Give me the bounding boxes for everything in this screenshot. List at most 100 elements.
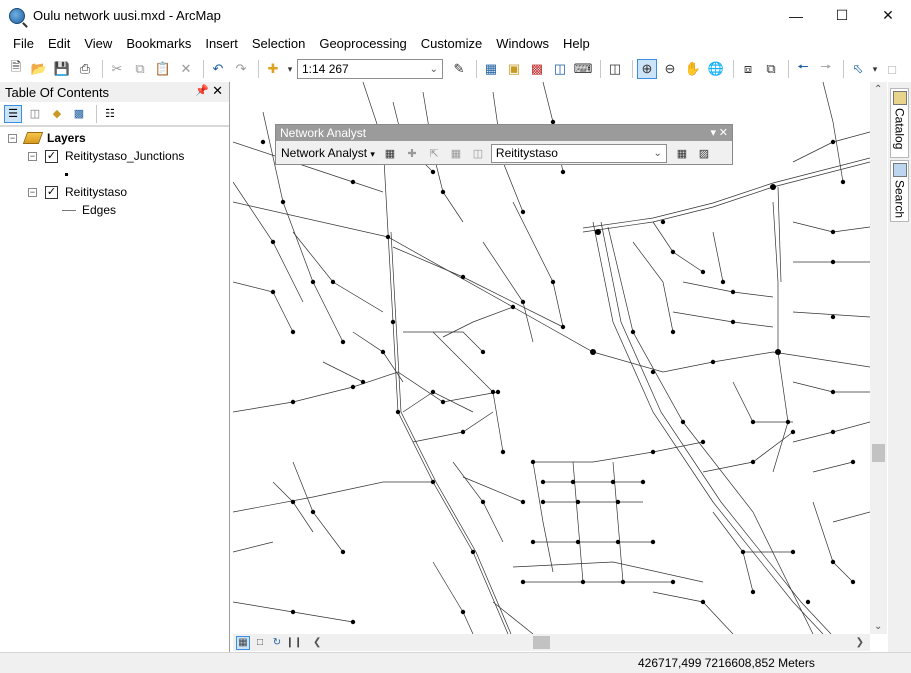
layout-view-icon[interactable]: □ — [253, 636, 267, 650]
python-icon[interactable]: ⌨ — [573, 59, 593, 79]
toc-tree: − Layers − ✓ Reititystaso_Junctions − ✓ … — [0, 126, 229, 626]
full-extent-icon[interactable]: 🌐 — [706, 59, 726, 79]
build-network-dataset-icon[interactable]: ▨ — [695, 144, 713, 162]
map-horizontal-scrollbar[interactable]: ▦ □ ↻ ❙❙ ❮ ❯ — [233, 634, 870, 651]
menu-view[interactable]: View — [77, 34, 119, 54]
copy-icon[interactable]: ⧉ — [130, 59, 150, 79]
add-data-icon[interactable]: ✚ — [263, 59, 283, 79]
chevron-down-icon: ⌄ — [653, 147, 662, 159]
fixed-zoom-out-icon[interactable]: ⧉ — [761, 59, 781, 79]
legend-label: Edges — [82, 203, 117, 217]
minimize-button[interactable]: — — [773, 0, 819, 31]
model-icon[interactable]: ◫ — [605, 59, 625, 79]
list-by-selection-icon[interactable]: ▩ — [70, 105, 88, 123]
network-analyst-menu[interactable]: Network Analyst ▾ — [281, 146, 375, 160]
scroll-left-icon[interactable]: ❮ — [313, 637, 321, 648]
toc-layer-junctions[interactable]: − ✓ Reititystaso_Junctions — [28, 149, 184, 163]
menu-insert[interactable]: Insert — [198, 34, 245, 54]
collapse-icon[interactable]: − — [8, 133, 17, 143]
data-view-icon[interactable]: ▦ — [236, 635, 250, 650]
maximize-button[interactable]: ☐ — [819, 0, 865, 31]
map-coordinates: 426717,499 7216608,852 Meters — [638, 656, 815, 670]
select-move-location-icon[interactable]: ⇱ — [425, 144, 443, 162]
menu-selection[interactable]: Selection — [245, 34, 312, 54]
menu-edit[interactable]: Edit — [41, 34, 77, 54]
back-icon[interactable]: 🠔 — [793, 59, 813, 79]
zoom-out-icon[interactable]: ⊖ — [660, 59, 680, 79]
map-vertical-scrollbar[interactable]: ⌃ ⌄ — [870, 82, 887, 634]
search-window-icon[interactable]: ◫ — [550, 59, 570, 79]
standard-toolbar: 🗎 📂 💾 ⎙ ✂ ⧉ 📋 ✕ ↶ ↷ ✚ ▾ 1:14 267 ⌄ ✎ ▦ ▣… — [0, 57, 911, 81]
undo-icon[interactable]: ↶ — [208, 59, 228, 79]
table-of-contents-panel: Table Of Contents 📌 ✕ ☰ ◫ ◆ ▩ ☷ − Layers… — [0, 82, 230, 652]
list-by-drawing-order-icon[interactable]: ☰ — [4, 104, 22, 123]
layer-visibility-checkbox[interactable]: ✓ — [45, 149, 58, 163]
network-dataset-combobox[interactable]: Reititystaso ⌄ — [490, 143, 667, 163]
horizontal-scroll-thumb[interactable] — [533, 636, 550, 649]
menu-file[interactable]: File — [6, 34, 41, 54]
select-dropdown-icon[interactable]: ▾ — [871, 59, 879, 79]
network-dataset-value: Reititystaso — [495, 146, 558, 160]
editor-icon[interactable]: ✎ — [449, 59, 469, 79]
catalog-icon[interactable]: ▣ — [504, 59, 524, 79]
menu-geoprocessing[interactable]: Geoprocessing — [312, 34, 413, 54]
print-icon[interactable]: ⎙ — [75, 59, 95, 79]
search-tab[interactable]: Search — [890, 160, 909, 222]
collapse-icon[interactable]: − — [28, 151, 37, 161]
close-icon[interactable]: ✕ — [212, 83, 223, 99]
scroll-down-icon[interactable]: ⌄ — [874, 621, 882, 632]
na-menu-label: Network Analyst — [281, 146, 368, 160]
build-network-icon[interactable]: ▦ — [447, 144, 465, 162]
layer-visibility-checkbox[interactable]: ✓ — [45, 185, 58, 199]
list-by-source-icon[interactable]: ◫ — [26, 105, 44, 123]
zoom-in-icon[interactable]: ⊕ — [637, 59, 657, 79]
menu-help[interactable]: Help — [556, 34, 597, 54]
open-icon[interactable]: 📂 — [29, 59, 49, 79]
layers-root[interactable]: − Layers — [8, 131, 86, 145]
arctoolbox-icon[interactable]: ▩ — [527, 59, 547, 79]
layers-root-label: Layers — [47, 131, 86, 145]
na-title-bar[interactable]: Network Analyst ▾ ✕ — [276, 125, 732, 141]
options-icon[interactable]: ☷ — [101, 105, 119, 123]
menu-customize[interactable]: Customize — [414, 34, 489, 54]
pin-icon[interactable]: 📌 — [195, 84, 209, 97]
right-dock-panel: Catalog Search — [888, 82, 911, 652]
vertical-scroll-thumb[interactable] — [872, 444, 885, 462]
redo-icon[interactable]: ↷ — [231, 59, 251, 79]
close-button[interactable]: ✕ — [865, 0, 911, 31]
scroll-right-icon[interactable]: ❯ — [856, 637, 864, 648]
forward-icon[interactable]: 🠖 — [816, 59, 836, 79]
network-identify-icon[interactable]: ▦ — [673, 144, 691, 162]
cut-icon[interactable]: ✂ — [107, 59, 127, 79]
delete-icon[interactable]: ✕ — [176, 59, 196, 79]
refresh-icon[interactable]: ↻ — [270, 636, 284, 650]
list-by-visibility-icon[interactable]: ◆ — [48, 105, 66, 123]
solve-icon[interactable]: ◫ — [469, 144, 487, 162]
map-scale-combobox[interactable]: 1:14 267 ⌄ — [297, 59, 443, 79]
collapse-icon[interactable]: − — [28, 187, 37, 197]
close-icon[interactable]: ✕ — [719, 125, 728, 141]
chevron-down-icon[interactable]: ▾ — [710, 125, 716, 141]
create-network-location-icon[interactable]: ✚ — [403, 144, 421, 162]
clear-selection-icon[interactable]: □ — [882, 59, 902, 79]
add-data-dropdown-icon[interactable]: ▾ — [286, 59, 294, 79]
network-analyst-toolbar[interactable]: Network Analyst ▾ ✕ Network Analyst ▾ ▦ … — [275, 124, 733, 165]
map-scale-value: 1:14 267 — [302, 62, 349, 76]
table-icon[interactable]: ▦ — [481, 59, 501, 79]
select-icon[interactable]: ⬁ — [848, 59, 868, 79]
toc-layer-reititystaso[interactable]: − ✓ Reititystaso — [28, 185, 127, 199]
pan-icon[interactable]: ✋ — [683, 59, 703, 79]
paste-icon[interactable]: 📋 — [153, 59, 173, 79]
point-symbol — [65, 172, 68, 176]
menu-bookmarks[interactable]: Bookmarks — [119, 34, 198, 54]
na-window-icon[interactable]: ▦ — [381, 144, 399, 162]
pause-drawing-icon[interactable]: ❙❙ — [286, 636, 303, 650]
new-icon[interactable]: 🗎 — [6, 59, 26, 79]
chevron-down-icon: ▾ — [370, 149, 375, 159]
fixed-zoom-in-icon[interactable]: ⧈ — [738, 59, 758, 79]
scroll-up-icon[interactable]: ⌃ — [874, 84, 882, 95]
layer-name: Reititystaso_Junctions — [65, 149, 185, 163]
save-icon[interactable]: 💾 — [52, 59, 72, 79]
catalog-tab[interactable]: Catalog — [890, 88, 909, 158]
menu-windows[interactable]: Windows — [489, 34, 556, 54]
